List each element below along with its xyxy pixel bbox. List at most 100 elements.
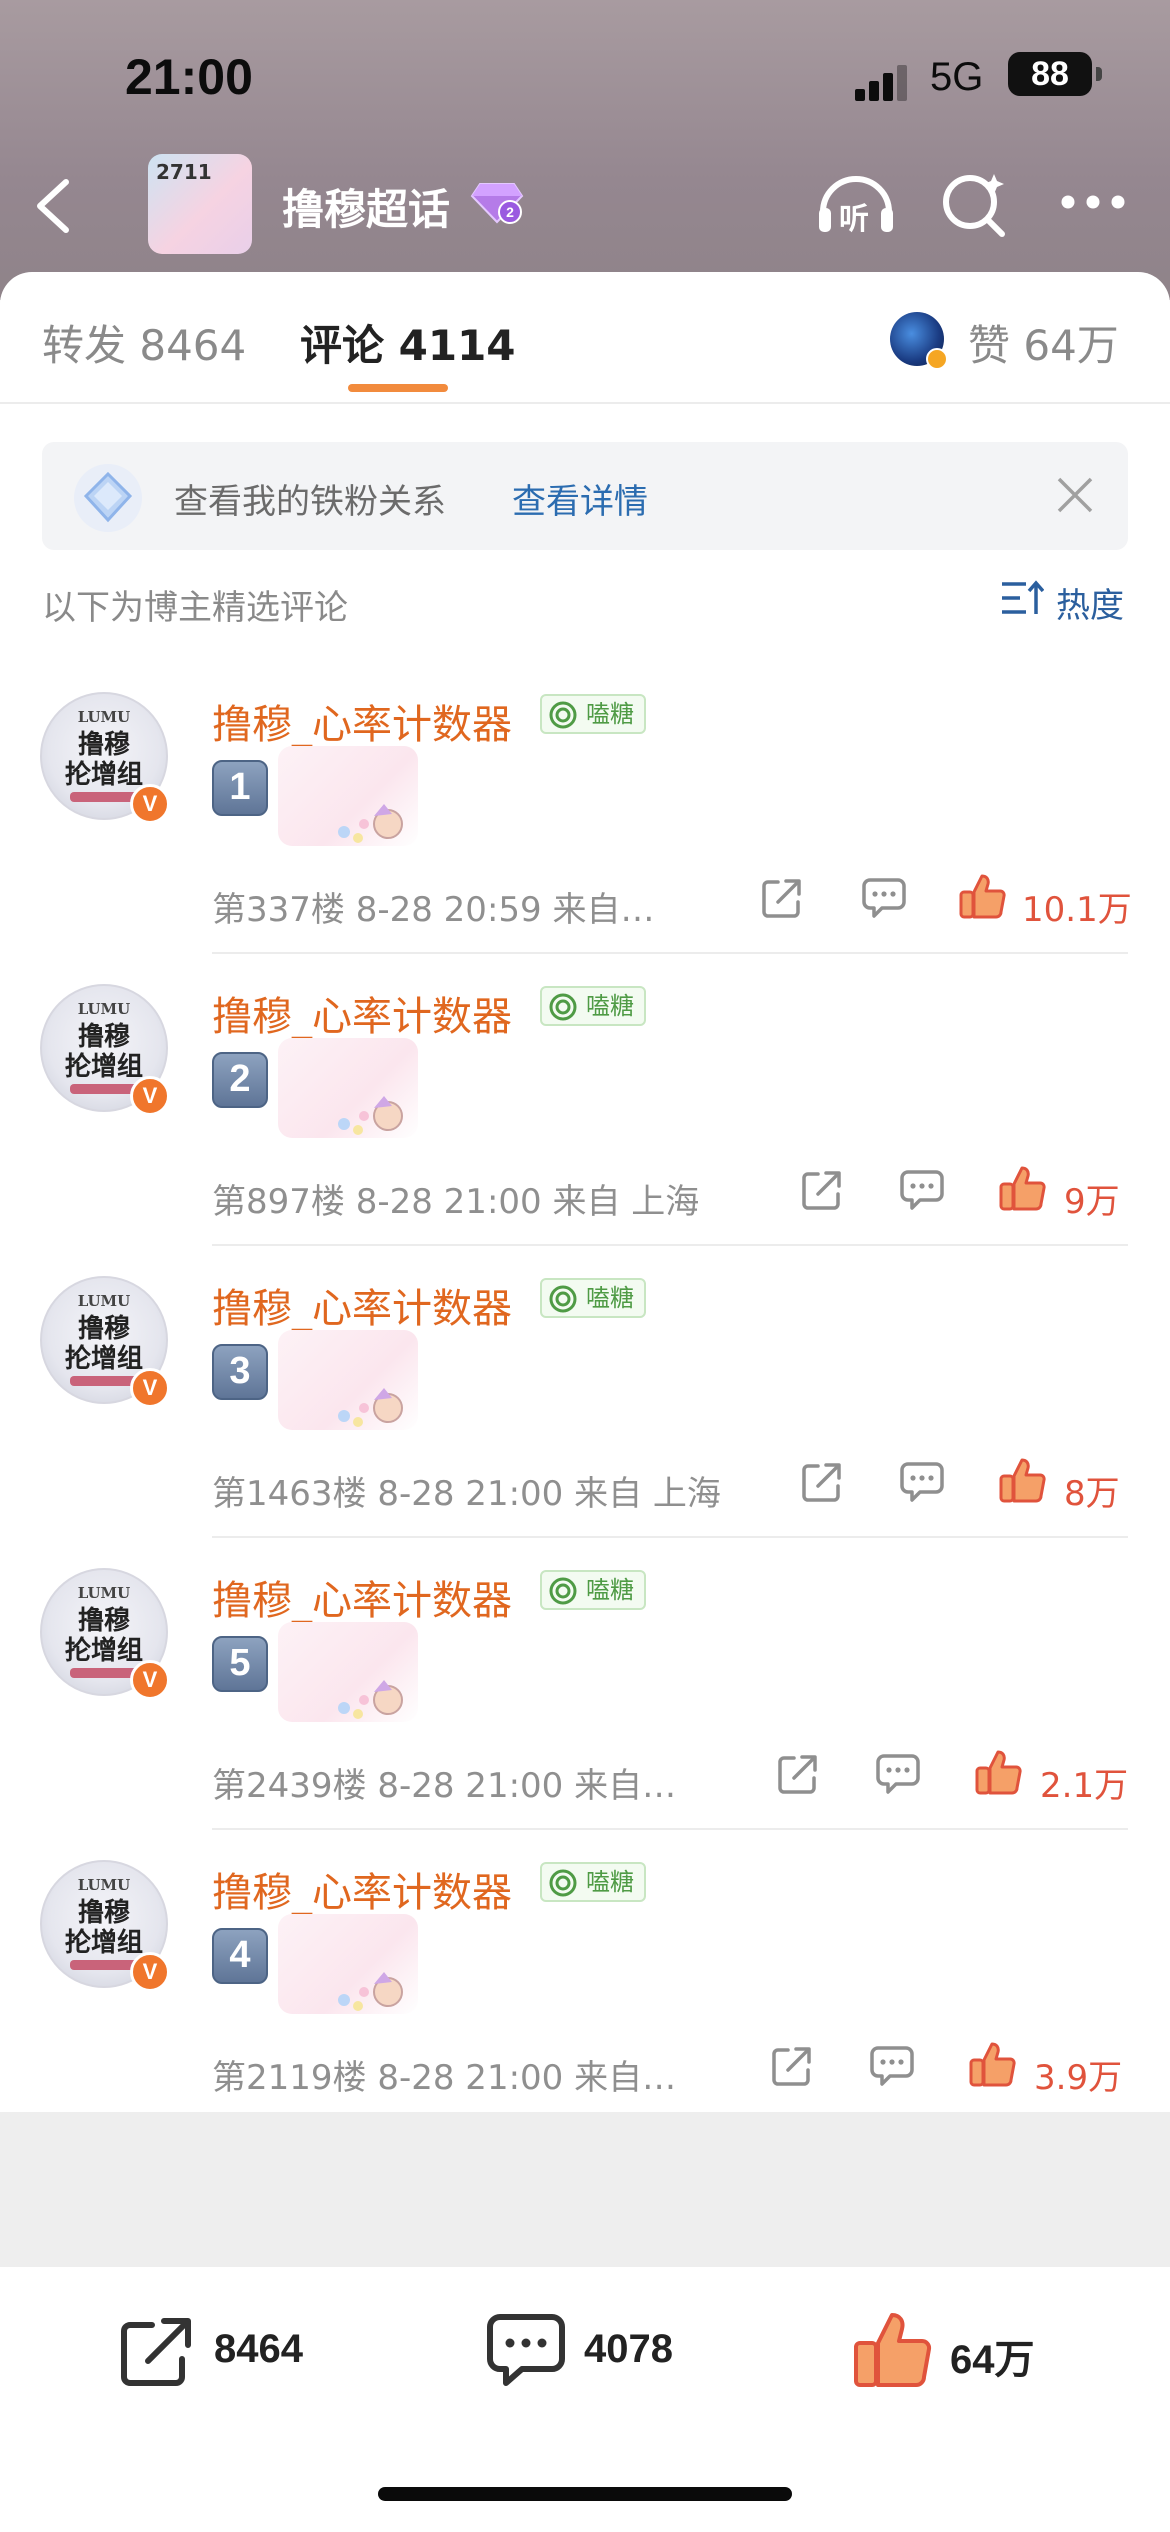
share-icon[interactable]	[776, 1752, 820, 1796]
bottom-comment-button[interactable]: 4078	[486, 2311, 706, 2391]
tab-underline	[348, 384, 448, 392]
tab-likes[interactable]: 赞 64万	[968, 312, 1119, 373]
fan-tag[interactable]: 嗑糖	[540, 1278, 646, 1318]
like-icon[interactable]	[958, 872, 1006, 920]
status-bar: 21:00 5G 88	[0, 40, 1170, 120]
like-icon[interactable]	[968, 2040, 1016, 2088]
fan-tag[interactable]: 嗑糖	[540, 986, 646, 1026]
comment-icon[interactable]	[900, 1168, 944, 1212]
more-icon[interactable]	[1060, 194, 1126, 210]
avatar-main-line: 撸穆	[77, 1314, 130, 1344]
liker-avatar[interactable]	[890, 312, 948, 370]
verified-badge-icon: V	[130, 1952, 170, 1992]
like-icon	[854, 2313, 932, 2387]
number-emoji: 2	[212, 1052, 268, 1108]
tab-comment[interactable]: 评论 4114	[300, 321, 516, 370]
avatar-top-text: LUMU	[77, 1876, 131, 1894]
fan-tag-label: 嗑糖	[586, 700, 634, 728]
verified-badge-icon: V	[130, 1660, 170, 1700]
avatar-main-line: 撸穆	[77, 1022, 130, 1052]
commenter-name[interactable]: 撸穆_心率计数器	[212, 1276, 512, 1334]
tab-bar: 转发 8464 评论 4114 赞 64万	[0, 272, 1170, 404]
like-icon[interactable]	[998, 1164, 1046, 1212]
comment-item[interactable]: LUMU 撸穆 抡增组 V 撸穆_心率计数器 嗑糖 1 第337楼 8-28 2…	[0, 662, 1170, 954]
avatar-main-text: 撸穆 抡增组	[42, 730, 166, 790]
signal-icon	[855, 65, 907, 101]
comment-item[interactable]: LUMU 撸穆 抡增组 V 撸穆_心率计数器 嗑糖 5 第2439楼 8-28 …	[0, 1538, 1170, 1830]
comment-icon[interactable]	[900, 1460, 944, 1504]
lollipop-icon	[549, 993, 577, 1021]
header: 21:00 5G 88 2711 撸穆超话 2 听	[0, 0, 1170, 300]
bottom-repost-button[interactable]: 8464	[118, 2311, 338, 2391]
nav-bar: 2711 撸穆超话 2 听	[0, 150, 1170, 260]
sticker-decoration-icon	[338, 1388, 403, 1427]
comment-icon[interactable]	[876, 1752, 920, 1796]
avatar-main-text: 撸穆 抡增组	[42, 1898, 166, 1958]
share-icon[interactable]	[800, 1168, 844, 1212]
close-icon[interactable]	[1056, 476, 1094, 514]
avatar-main-text: 撸穆 抡增组	[42, 1022, 166, 1082]
number-emoji: 1	[212, 760, 268, 816]
avatar-main-line: 撸穆	[77, 730, 130, 760]
commenter-name[interactable]: 撸穆_心率计数器	[212, 1860, 512, 1918]
commenter-name[interactable]: 撸穆_心率计数器	[212, 984, 512, 1042]
topic-avatar-text: 2711	[156, 160, 212, 184]
fan-icon	[74, 464, 142, 532]
sticker-decoration-icon	[338, 804, 403, 843]
fan-tag-label: 嗑糖	[586, 1284, 634, 1312]
lollipop-icon	[549, 701, 577, 729]
battery-indicator: 88	[1008, 52, 1102, 96]
selected-comments-note: 以下为博主精选评论	[42, 588, 348, 628]
comment-like-count: 2.1万	[1040, 1766, 1129, 1806]
avatar-main-text: 撸穆 抡增组	[42, 1314, 166, 1374]
bottom-like-button[interactable]: 64万	[852, 2311, 1082, 2391]
listen-label: 听	[839, 202, 869, 237]
comment-item[interactable]: LUMU 撸穆 抡增组 V 撸穆_心率计数器 嗑糖 2 第897楼 8-28 2…	[0, 954, 1170, 1246]
back-icon[interactable]	[32, 176, 76, 236]
share-icon[interactable]	[760, 876, 804, 920]
network-label: 5G	[930, 55, 984, 99]
comment-meta: 第2119楼 8-28 21:00 来自…	[212, 2058, 677, 2098]
fan-banner-text: 查看我的铁粉关系	[174, 482, 446, 522]
like-icon[interactable]	[974, 1748, 1022, 1796]
comment-icon	[487, 2314, 565, 2386]
avatar-top-text: LUMU	[77, 1292, 131, 1310]
verified-badge-icon: V	[130, 1076, 170, 1116]
fan-relation-banner[interactable]: 查看我的铁粉关系 查看详情	[42, 442, 1128, 550]
bottom-spacer	[0, 2112, 1170, 2267]
commenter-name[interactable]: 撸穆_心率计数器	[212, 692, 512, 750]
fan-banner-link[interactable]: 查看详情	[512, 474, 648, 523]
comment-item[interactable]: LUMU 撸穆 抡增组 V 撸穆_心率计数器 嗑糖 4 第2119楼 8-28 …	[0, 1830, 1170, 2122]
avatar-top-text: LUMU	[77, 1584, 131, 1602]
tab-repost[interactable]: 转发 8464	[42, 312, 246, 373]
share-icon[interactable]	[770, 2044, 814, 2088]
share-icon[interactable]	[800, 1460, 844, 1504]
fan-tag[interactable]: 嗑糖	[540, 1862, 646, 1902]
comment-icon[interactable]	[870, 2044, 914, 2088]
comment-meta: 第2439楼 8-28 21:00 来自…	[212, 1766, 677, 1806]
fan-tag-label: 嗑糖	[586, 1868, 634, 1896]
fan-tag[interactable]: 嗑糖	[540, 694, 646, 734]
comment-icon[interactable]	[862, 876, 906, 920]
fan-tag[interactable]: 嗑糖	[540, 1570, 646, 1610]
verified-badge-icon: V	[130, 1368, 170, 1408]
commenter-name[interactable]: 撸穆_心率计数器	[212, 1568, 512, 1626]
sort-icon[interactable]	[1000, 578, 1044, 618]
like-icon[interactable]	[998, 1456, 1046, 1504]
share-icon	[121, 2318, 191, 2386]
sticker-decoration-icon	[338, 1972, 403, 2011]
fan-tag-label: 嗑糖	[586, 1576, 634, 1604]
listen-button[interactable]: 听	[815, 168, 897, 238]
comment-meta: 第897楼 8-28 21:00 来自 上海	[212, 1182, 700, 1222]
topic-avatar[interactable]: 2711	[148, 154, 252, 254]
sort-label[interactable]: 热度	[1056, 578, 1124, 627]
sticker-decoration-icon	[338, 1096, 403, 1135]
search-icon[interactable]	[940, 170, 1010, 240]
comment-item[interactable]: LUMU 撸穆 抡增组 V 撸穆_心率计数器 嗑糖 3 第1463楼 8-28 …	[0, 1246, 1170, 1538]
avatar-main-line: 撸穆	[77, 1606, 130, 1636]
avatar-top-text: LUMU	[77, 1000, 131, 1018]
number-emoji: 5	[212, 1636, 268, 1692]
topic-title[interactable]: 撸穆超话	[282, 176, 450, 237]
number-emoji: 4	[212, 1928, 268, 1984]
verified-badge-icon: V	[130, 784, 170, 824]
